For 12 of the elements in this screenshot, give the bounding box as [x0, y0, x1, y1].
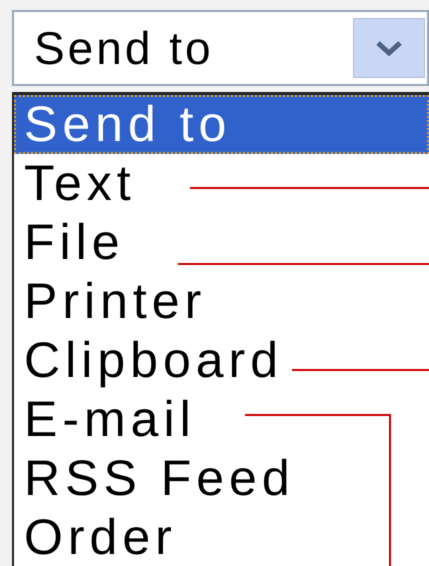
dropdown-value: Send to [33, 20, 215, 76]
dropdown-option[interactable]: E-mail [14, 390, 429, 449]
dropdown-option[interactable]: Send to [14, 95, 429, 154]
dropdown-button[interactable] [353, 18, 425, 78]
dropdown-option[interactable]: Text [14, 154, 429, 213]
dropdown-field[interactable]: Send to [12, 10, 429, 86]
dropdown-option[interactable]: Order [14, 508, 429, 566]
dropdown-option[interactable]: Printer [14, 272, 429, 331]
chevron-down-icon [375, 40, 403, 56]
dropdown-option[interactable]: RSS Feed [14, 449, 429, 508]
dropdown-option[interactable]: Clipboard [14, 331, 429, 390]
dropdown-option[interactable]: File [14, 213, 429, 272]
